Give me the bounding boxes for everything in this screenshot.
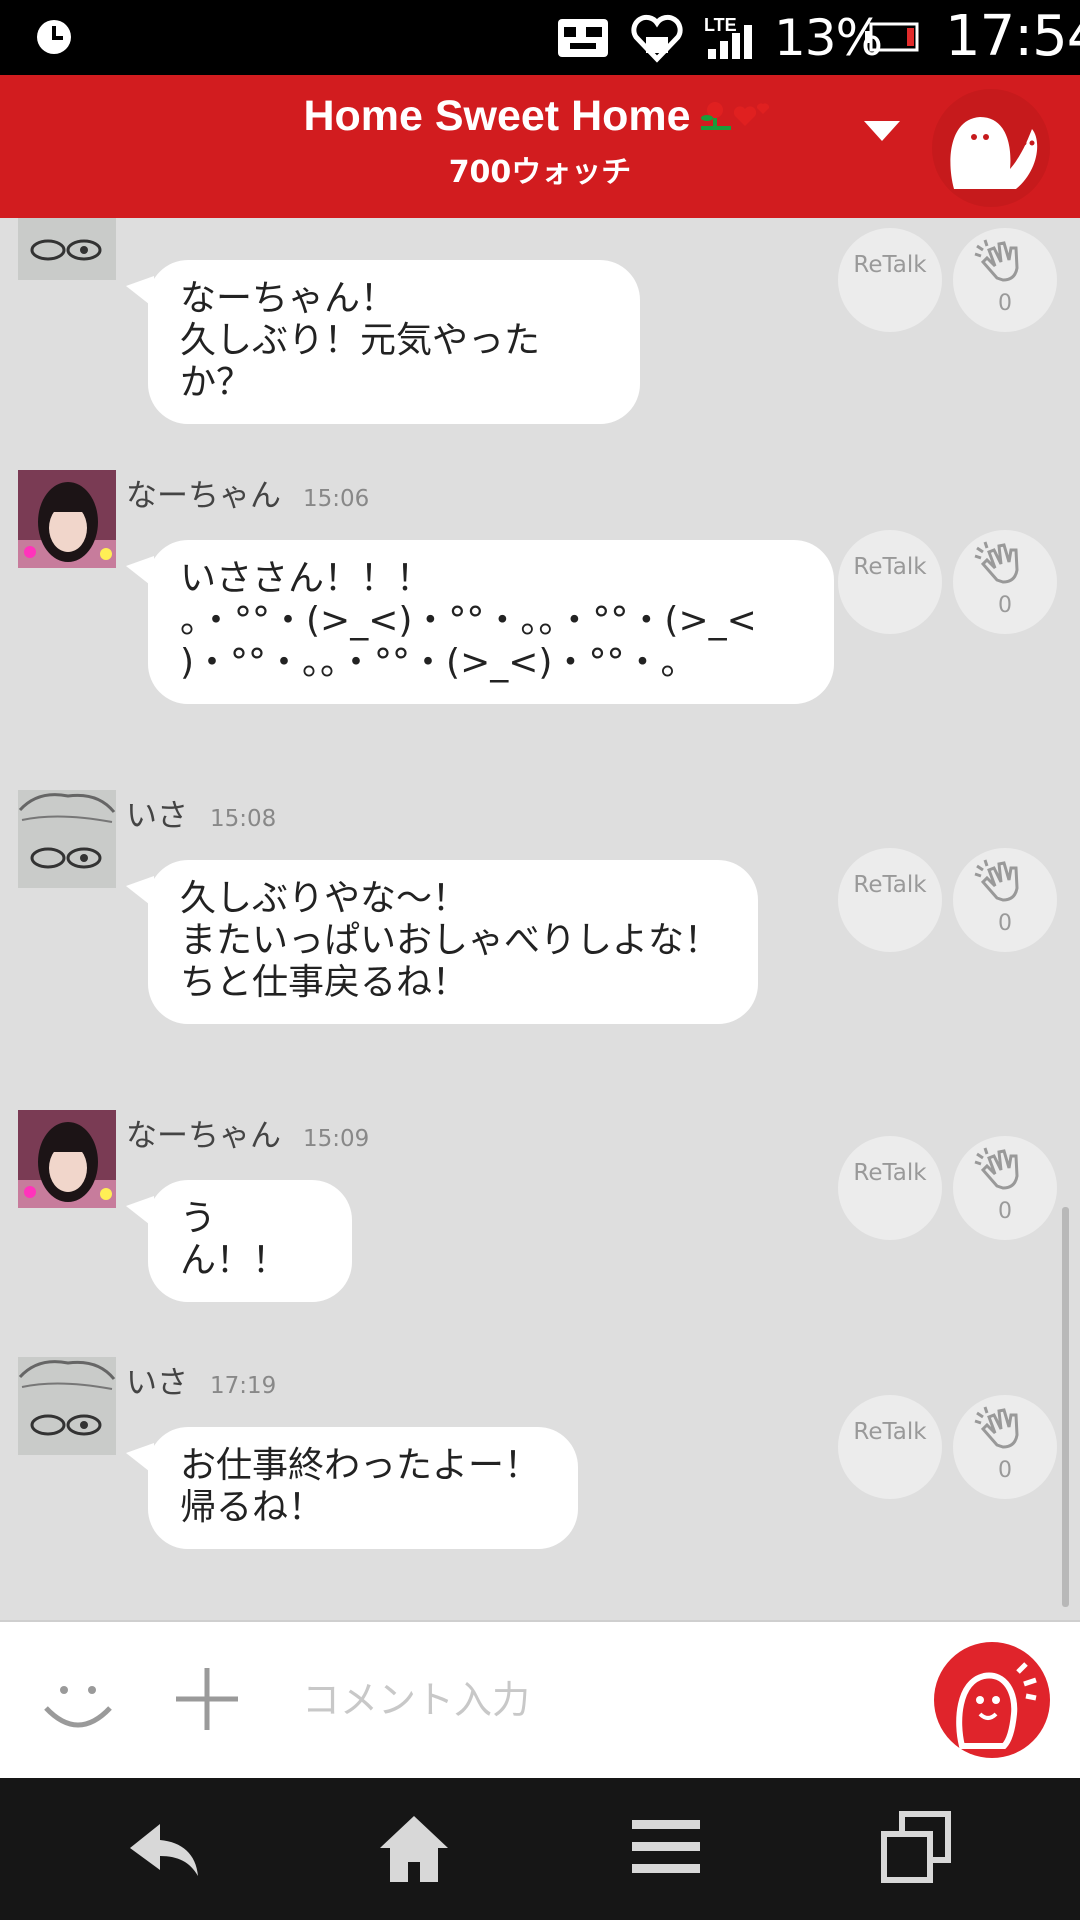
clap-button[interactable]: 0 [953,530,1057,634]
emoji-icon[interactable] [40,1664,116,1740]
watch-count: 700ウォッチ [448,155,632,190]
clap-icon [974,541,1019,584]
recent-apps-icon[interactable] [876,1808,956,1888]
retalk-button[interactable]: ReTalk [838,228,942,332]
system-nav-bar [0,1778,1080,1920]
avatar[interactable] [18,218,116,280]
retalk-button[interactable]: ReTalk [838,530,942,634]
avatar[interactable] [18,1110,116,1208]
status-icons: LTE [556,10,758,65]
alarm-icon [37,20,71,54]
chevron-down-icon[interactable] [862,115,902,145]
send-button[interactable] [934,1642,1050,1758]
avatar[interactable] [18,1357,116,1455]
retalk-button[interactable]: ReTalk [838,1136,942,1240]
comment-bar [0,1620,1080,1778]
back-icon[interactable] [124,1808,204,1888]
sender-name: なーちゃん [126,478,281,514]
message-bubble[interactable]: なーちゃん！ 久しぶり！元気やったか？ [126,260,640,424]
chat-header: Home Sweet Home 700ウォッチ [0,75,1080,218]
header-title[interactable]: Home Sweet Home [303,89,776,143]
message-bubble[interactable]: お仕事終わったよー！ 帰るね！ [126,1427,578,1549]
clap-button[interactable]: 0 [953,1395,1057,1499]
message-bubble[interactable]: うん！！ [126,1180,352,1302]
message-bubble[interactable]: いささん！！！ 。・°°・(>_<)・°°・。。・°°・(>_< )・°°・。。… [126,540,834,704]
clap-icon [974,859,1019,902]
message-time: 15:08 [210,806,277,832]
battery-icon [865,22,919,52]
message-time: 17:19 [210,1373,277,1399]
flower-heart-emoji-icon [700,102,769,130]
ghost-icon [950,117,1038,189]
user-avatar-sketch [18,790,116,888]
sender-name: いさ [126,798,188,834]
sender-name: いさ [126,1365,188,1401]
message-meta: なーちゃん 15:06 [126,470,370,514]
clap-button[interactable]: 0 [953,228,1057,332]
message-time: 15:09 [303,1126,370,1152]
message-meta: なーちゃん 15:09 [126,1110,370,1154]
notification-icon [558,18,608,57]
message-bubble[interactable]: 久しぶりやな～！ またいっぱいおしゃべりしよな！ ちと仕事戻るね！ [126,860,758,1024]
retalk-button[interactable]: ReTalk [838,1395,942,1499]
lte-signal-icon: LTE [704,15,752,59]
message-time: 15:06 [303,486,370,512]
retalk-button[interactable]: ReTalk [838,848,942,952]
user-avatar-photo [18,470,116,568]
status-bar: LTE 13% 17:54 [0,0,1080,75]
avatar[interactable] [18,790,116,888]
heart-icon [631,14,683,63]
clap-count: 0 [998,291,1012,316]
ghost-avatar-button[interactable] [932,89,1050,207]
shout-face-icon [956,1662,1037,1749]
user-avatar-sketch [18,1357,116,1455]
clap-count: 0 [998,1199,1012,1224]
add-attachment-icon[interactable] [174,1666,240,1732]
home-icon[interactable] [374,1808,454,1888]
scrollbar[interactable] [1062,1207,1069,1607]
user-avatar-photo [18,1110,116,1208]
clap-count: 0 [998,1458,1012,1483]
message-meta: いさ 15:08 [126,790,277,834]
comment-input[interactable] [300,1666,904,1734]
chat-list[interactable]: なーちゃん！ 久しぶり！元気やったか？ ReTalk 0 なーちゃん 15:06… [0,218,1080,1620]
room-title: Home Sweet Home [303,92,691,140]
clap-count: 0 [998,911,1012,936]
status-time: 17:54 [945,4,1080,69]
message-meta: いさ 17:19 [126,1357,277,1401]
svg-text:LTE: LTE [704,15,737,35]
clap-button[interactable]: 0 [953,848,1057,952]
sender-name: なーちゃん [126,1118,281,1154]
clap-icon [974,1406,1019,1449]
clap-icon [974,1147,1019,1190]
menu-icon[interactable] [626,1808,706,1888]
clap-count: 0 [998,593,1012,618]
clap-icon [974,239,1019,282]
clap-button[interactable]: 0 [953,1136,1057,1240]
avatar[interactable] [18,470,116,568]
user-avatar-sketch [18,218,116,280]
